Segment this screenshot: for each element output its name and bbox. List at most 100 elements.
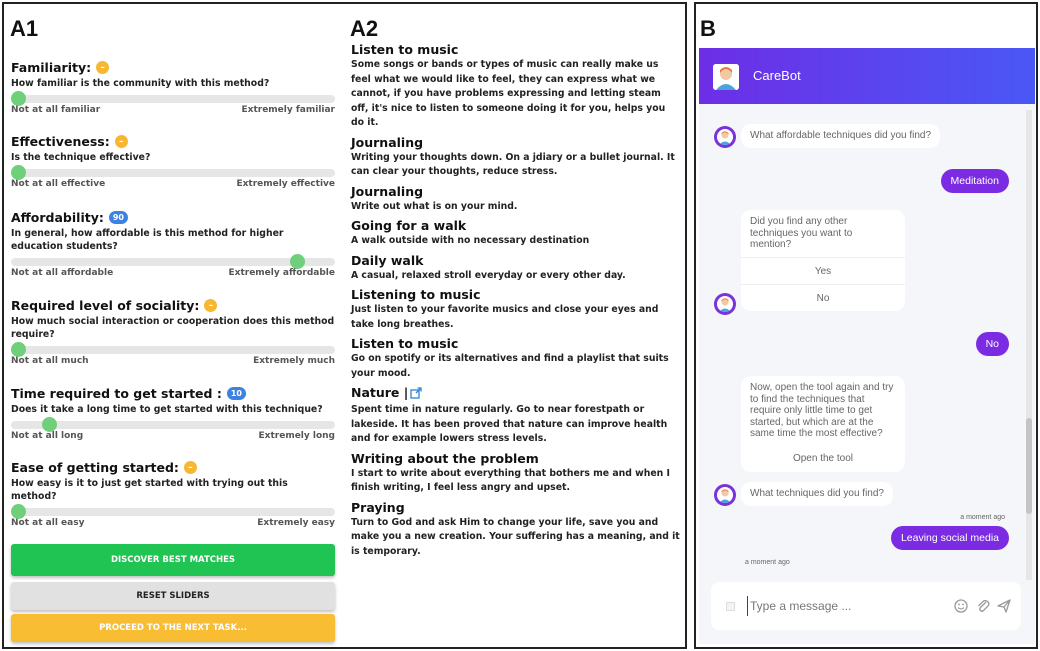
emoji-icon[interactable] (953, 598, 969, 614)
slider-max-label: Extremely long (258, 431, 335, 441)
slider-value-badge (204, 298, 218, 312)
slider-group: Required level of sociality: How much so… (11, 297, 335, 366)
reset-sliders-button[interactable]: RESET SLIDERS (11, 582, 335, 610)
slider-group: Familiarity: How familiar is the communi… (11, 59, 335, 115)
slider-question: How easy is it to just get started with … (11, 478, 288, 502)
panel-label-a1: A1 (10, 16, 39, 41)
user-message: Leaving social media (890, 526, 1009, 550)
slider-handle[interactable] (11, 165, 26, 180)
technique-description: Writing your thoughts down. On a jdiary … (351, 151, 675, 178)
discover-best-matches-button[interactable]: DISCOVER BEST MATCHES (11, 544, 335, 576)
technique-title: Nature | (351, 385, 409, 400)
slider-value-badge: 10 (226, 386, 246, 400)
technique-description: Go on spotify or its alternatives and fi… (351, 353, 669, 379)
technique-title: Listen to music (351, 336, 459, 351)
technique-item: Listening to music Just listen to your f… (351, 287, 681, 332)
slider-min-label: Not at all easy (11, 518, 85, 528)
technique-description: Just listen to your favorite musics and … (351, 304, 659, 330)
slider-min-label: Not at all long (11, 431, 84, 441)
slider-title: Familiarity: (11, 59, 92, 75)
slider-question: In general, how affordable is this metho… (11, 228, 284, 252)
composer-checkbox[interactable] (726, 602, 735, 611)
technique-title: Praying (351, 499, 405, 515)
bot-message: What techniques did you find? (741, 482, 893, 506)
technique-description: A casual, relaxed stroll everyday or eve… (351, 269, 626, 281)
technique-title: Daily walk (351, 252, 424, 268)
paperclip-icon[interactable] (975, 598, 991, 614)
technique-description: A walk outside with no necessary destina… (351, 235, 590, 246)
slider-group: Affordability: 90 In general, how afforda… (11, 209, 335, 278)
technique-item: Going for a walk A walk outside with no … (351, 218, 681, 249)
bot-name: CareBot (753, 68, 801, 83)
slider-title: Time required to get started : (11, 385, 222, 401)
slider-max-label: Extremely effective (236, 179, 335, 189)
bot-message-text: Now, open the tool again and try to find… (750, 382, 894, 439)
send-icon[interactable] (996, 598, 1012, 614)
technique-title: Listening to music (351, 287, 481, 302)
slider-group: Ease of getting started: How easy is it … (11, 459, 335, 528)
bot-message-with-options: Did you find any other techniques you wa… (741, 210, 905, 311)
bot-message: What affordable techniques did you find? (741, 124, 941, 148)
slider-handle[interactable] (42, 417, 57, 432)
slider-track[interactable] (11, 254, 335, 269)
bot-message-with-options: Now, open the tool again and try to find… (741, 376, 905, 472)
technique-title: Going for a walk (351, 218, 467, 233)
user-message: Meditation (940, 169, 1009, 193)
chat-scrollbar[interactable] (1026, 110, 1032, 580)
slider-question: How familiar is the community with this … (11, 78, 270, 89)
message-composer (711, 582, 1021, 630)
technique-title: Journaling (351, 183, 424, 199)
slider-max-label: Extremely affordable (228, 268, 336, 278)
slider-handle[interactable] (11, 91, 26, 106)
slider-handle[interactable] (290, 254, 305, 269)
slider-question: Is the technique effective? (11, 152, 151, 163)
panel-label-a2: A2 (350, 16, 379, 41)
technique-item: Writing about the problem I start to wri… (351, 451, 681, 496)
bot-message-avatar (714, 293, 736, 315)
message-timestamp: a moment ago (745, 559, 790, 566)
chat-scrollbar-thumb[interactable] (1026, 418, 1032, 514)
slider-value-badge (96, 60, 110, 74)
chat-header: CareBot (699, 48, 1035, 104)
bot-avatar (713, 64, 739, 90)
panel-label-b: B (700, 16, 716, 41)
slider-group: Effectiveness: Is the technique effectiv… (11, 133, 335, 189)
proceed-next-task-button[interactable]: PROCEED TO THE NEXT TASK... (11, 614, 335, 642)
slider-min-label: Not at all much (11, 356, 89, 366)
slider-title: Required level of sociality: (11, 297, 200, 313)
slider-max-label: Extremely familiar (241, 105, 336, 115)
slider-handle[interactable] (11, 342, 26, 357)
technique-description: Turn to God and ask Him to change your l… (351, 516, 680, 557)
technique-description: I start to write about everything that b… (351, 467, 670, 494)
panel-b: B CareBot What affordable techniques did… (694, 2, 1038, 649)
slider-handle[interactable] (11, 504, 26, 519)
technique-item: Nature | Spent time in nature regularly.… (351, 385, 681, 447)
technique-description: Spent time in nature regularly. Go to ne… (351, 404, 668, 444)
slider-title: Ease of getting started: (11, 459, 179, 475)
option-no-button[interactable]: No (741, 283, 905, 311)
slider-track[interactable] (11, 342, 335, 357)
slider-track[interactable] (11, 417, 335, 432)
technique-item: Listen to music Some songs or bands or t… (351, 42, 681, 131)
technique-title: Listen to music (351, 42, 459, 57)
external-link-icon[interactable] (410, 387, 422, 403)
option-yes-button[interactable]: Yes (741, 256, 905, 284)
bot-message-avatar (714, 126, 736, 148)
slider-track[interactable] (11, 91, 335, 106)
slider-min-label: Not at all familiar (11, 105, 101, 115)
technique-description: Some songs or bands or types of music ca… (351, 59, 666, 128)
message-input[interactable] (747, 596, 947, 616)
user-message: No (975, 332, 1009, 356)
slider-min-label: Not at all effective (11, 179, 106, 189)
slider-value-badge: 90 (108, 210, 128, 224)
slider-track[interactable] (11, 504, 335, 519)
technique-item: Listen to music Go on spotify or its alt… (351, 336, 681, 381)
technique-description: Write out what is on your mind. (351, 200, 518, 212)
slider-value-badge (114, 134, 128, 148)
slider-title: Effectiveness: (11, 133, 110, 149)
open-tool-button[interactable]: Open the tool (741, 446, 905, 472)
slider-track[interactable] (11, 165, 335, 180)
slider-max-label: Extremely much (253, 356, 335, 366)
slider-question: How much social interaction or cooperati… (11, 316, 335, 340)
technique-item: Journaling Writing your thoughts down. O… (351, 135, 681, 180)
